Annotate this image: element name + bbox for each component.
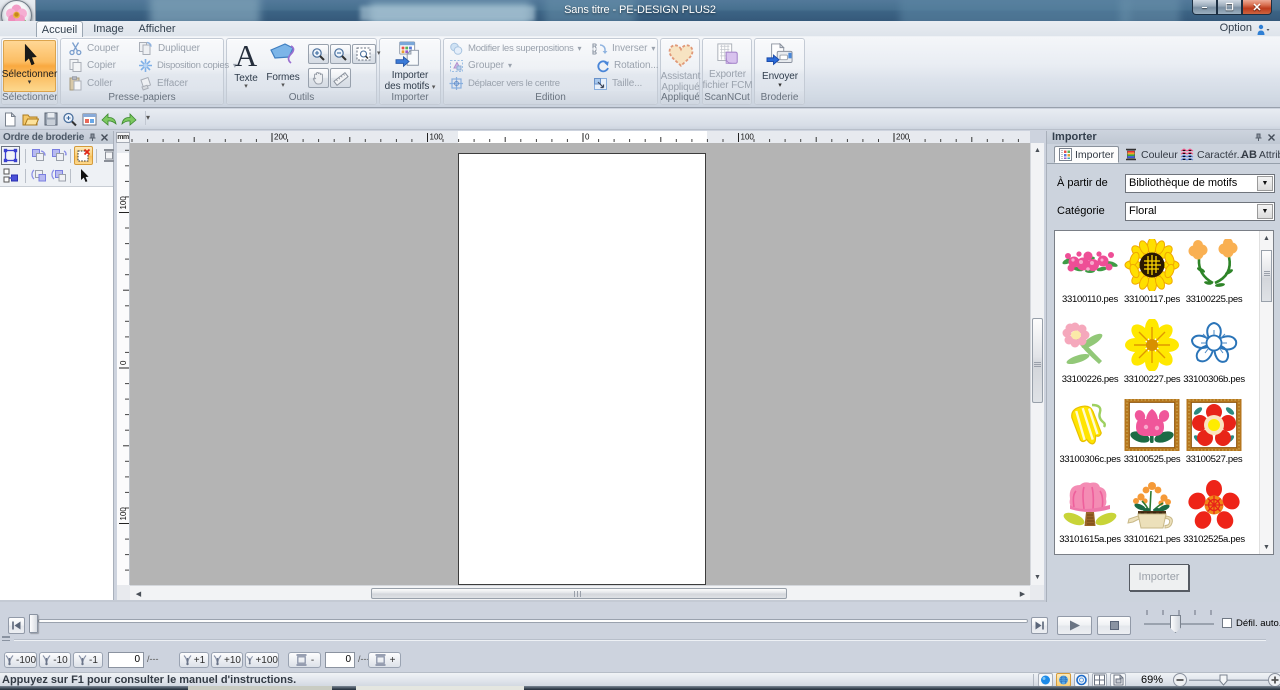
svg-text:0: 0 — [119, 360, 128, 365]
svg-text:200: 200 — [896, 133, 910, 142]
svg-text:0: 0 — [585, 133, 590, 142]
svg-text:100: 100 — [119, 507, 128, 521]
svg-text:200: 200 — [274, 133, 288, 142]
svg-text:100: 100 — [430, 133, 444, 142]
svg-text:100: 100 — [741, 133, 755, 142]
svg-text:R: R — [592, 47, 597, 54]
svg-text:100: 100 — [119, 196, 128, 210]
